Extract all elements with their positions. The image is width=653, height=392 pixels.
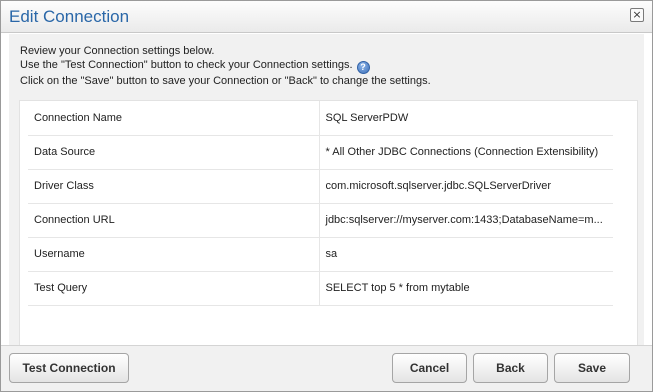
intro-line-review: Review your Connection settings below. [20, 45, 215, 57]
setting-label: Driver Class [28, 169, 319, 204]
settings-panel: Connection Name SQL ServerPDW Data Sourc… [19, 100, 638, 366]
intro-text: Review your Connection settings below. U… [20, 44, 431, 88]
table-row: Data Source * All Other JDBC Connections… [28, 135, 613, 170]
setting-value: * All Other JDBC Connections (Connection… [318, 135, 613, 170]
table-row: Test Query SELECT top 5 * from mytable [28, 271, 613, 306]
setting-value: SELECT top 5 * from mytable [318, 271, 613, 306]
setting-value: sa [318, 237, 613, 272]
setting-value: com.microsoft.sqlserver.jdbc.SQLServerDr… [318, 169, 613, 204]
dialog-titlebar: Edit Connection × [1, 1, 652, 33]
intro-line-test-text: Use the "Test Connection" button to chec… [20, 59, 353, 71]
setting-label: Connection URL [28, 203, 319, 238]
back-button[interactable]: Back [473, 353, 548, 383]
table-row: Connection URL jdbc:sqlserver://myserver… [28, 203, 613, 238]
intro-line-save: Click on the "Save" button to save your … [20, 75, 431, 87]
setting-label: Username [28, 237, 319, 272]
settings-table: Connection Name SQL ServerPDW Data Sourc… [28, 101, 613, 306]
setting-label: Data Source [28, 135, 319, 170]
edit-connection-dialog: Edit Connection × Review your Connection… [0, 0, 653, 392]
help-icon[interactable]: ? [356, 61, 370, 74]
dialog-footer: Test Connection Cancel Back Save [1, 345, 652, 391]
setting-value: SQL ServerPDW [318, 101, 613, 136]
table-row: Driver Class com.microsoft.sqlserver.jdb… [28, 169, 613, 204]
cancel-button[interactable]: Cancel [392, 353, 467, 383]
setting-label: Connection Name [28, 101, 319, 136]
intro-line-test: Use the "Test Connection" button to chec… [20, 58, 431, 74]
table-row: Username sa [28, 237, 613, 272]
test-connection-button[interactable]: Test Connection [9, 353, 129, 383]
setting-label: Test Query [28, 271, 319, 306]
dialog-title: Edit Connection [9, 7, 130, 26]
dialog-content: Review your Connection settings below. U… [9, 34, 644, 366]
save-button[interactable]: Save [554, 353, 630, 383]
close-icon[interactable]: × [630, 8, 644, 22]
setting-value: jdbc:sqlserver://myserver.com:1433;Datab… [318, 203, 613, 238]
table-row: Connection Name SQL ServerPDW [28, 101, 613, 136]
